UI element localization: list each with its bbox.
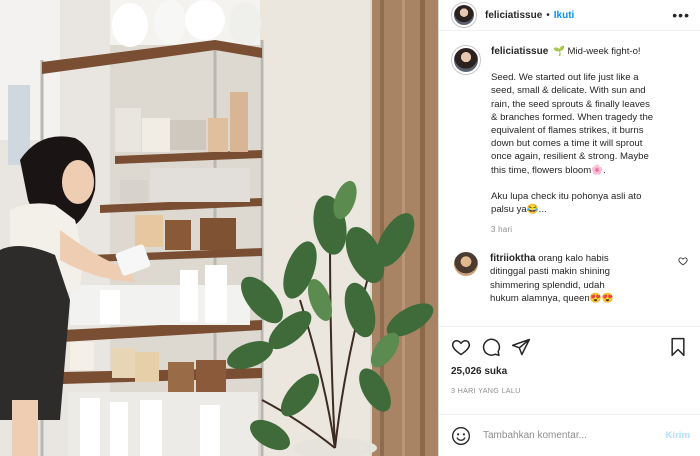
action-icons — [451, 335, 688, 359]
share-icon[interactable] — [511, 337, 531, 357]
comment-avatar[interactable] — [454, 252, 478, 277]
caption-line: & branches formed. When tragedy the — [491, 111, 654, 123]
caption-line: once again, resilient & strong. Maybe — [491, 151, 649, 163]
caption-avatar[interactable] — [451, 45, 481, 75]
comment-text: fitriioktha orang kalo habis ditinggal p… — [490, 252, 668, 305]
caption: feliciatissue 🌱 Mid-week fight-o! Seed. … — [451, 45, 688, 216]
comment-like-heart-icon[interactable] — [678, 256, 688, 266]
caption-line: Seed. We started out life just like a — [491, 72, 639, 84]
comment-username[interactable]: fitriioktha — [490, 253, 536, 264]
caption-line: seed, small & delicate. With sun and — [491, 85, 646, 97]
instagram-post-view: feliciatissue • Ikuti ••• feliciatissue … — [0, 0, 700, 456]
caption-line: Aku lupa check itu pohonya asli ato — [491, 190, 642, 202]
photo-illustration — [0, 0, 438, 456]
posted-ago[interactable]: 3 HARI YANG LALU — [451, 386, 688, 395]
emoji-icon[interactable] — [451, 426, 471, 446]
header-separator: • — [546, 9, 550, 21]
add-comment-bar: Kirim — [439, 414, 700, 456]
comment-line: orang kalo habis — [538, 253, 609, 265]
comment-input[interactable] — [483, 430, 666, 441]
comment-line: hukum alamnya, queen😍😍 — [490, 292, 614, 304]
comment-item: fitriioktha orang kalo habis ditinggal p… — [451, 252, 688, 305]
caption-line: equivalent of flames strikes, it burns — [491, 125, 644, 137]
bookmark-icon[interactable] — [668, 337, 688, 357]
heart-icon[interactable] — [451, 337, 471, 357]
post-actions: 25,026 suka 3 HARI YANG LALU — [439, 326, 700, 414]
header-username[interactable]: feliciatissue — [485, 10, 542, 21]
comment-icon[interactable] — [481, 337, 501, 357]
comment-line: ditinggal pasti makin shining — [490, 266, 610, 278]
follow-button[interactable]: Ikuti — [554, 10, 575, 21]
post-side-panel: feliciatissue • Ikuti ••• feliciatissue … — [438, 0, 700, 456]
caption-line: this time, flowers bloom🌸. — [491, 164, 606, 176]
post-header: feliciatissue • Ikuti ••• — [439, 0, 700, 31]
caption-line: rain, the seed sprouts & finally leaves — [491, 98, 650, 110]
post-comments-area[interactable]: feliciatissue 🌱 Mid-week fight-o! Seed. … — [439, 31, 700, 326]
caption-time[interactable]: 3 hari — [491, 225, 688, 234]
more-horizontal-icon[interactable]: ••• — [672, 7, 690, 23]
comment-line: shimmering splendid, udah — [490, 279, 605, 291]
caption-line: down but comes a time it will sprout — [491, 138, 643, 150]
avatar[interactable] — [451, 2, 477, 28]
caption-text: feliciatissue 🌱 Mid-week fight-o! Seed. … — [491, 45, 688, 216]
caption-line: palsu ya😂... — [491, 204, 547, 216]
caption-username[interactable]: feliciatissue — [491, 46, 548, 57]
caption-first-line: 🌱 Mid-week fight-o! — [552, 46, 641, 57]
post-photo[interactable] — [0, 0, 438, 456]
send-comment-button[interactable]: Kirim — [665, 430, 690, 441]
likes-count[interactable]: 25,026 suka — [451, 366, 688, 377]
